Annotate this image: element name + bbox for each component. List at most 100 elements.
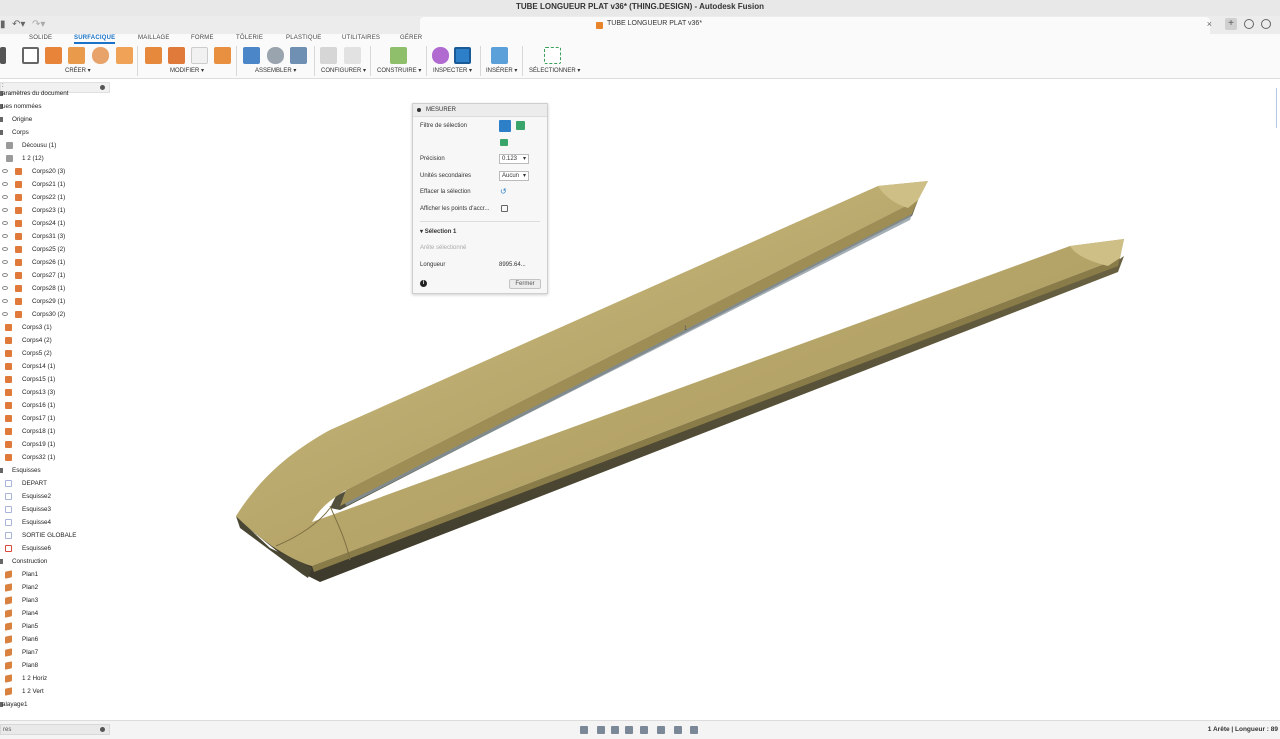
model-render[interactable]: [0, 0, 1280, 738]
browser-item-label: Corps23 (1): [32, 207, 66, 214]
viewports-icon[interactable]: [690, 726, 698, 734]
show-snap-points-checkbox[interactable]: [501, 205, 508, 212]
plane-icon: [5, 674, 12, 683]
body-icon: [15, 194, 22, 201]
body-icon: [15, 259, 22, 266]
orbit-icon[interactable]: [580, 726, 588, 734]
browser-item-label: Esquisses: [12, 467, 41, 474]
browser-item-label: Esquisse4: [22, 519, 52, 526]
browser-item-label: Corps17 (1): [22, 415, 56, 422]
visibility-eye-icon[interactable]: [2, 208, 8, 212]
precision-select[interactable]: 0.123: [499, 154, 529, 164]
body-icon: [15, 285, 22, 292]
close-button[interactable]: Fermer: [509, 279, 541, 289]
zoom-icon[interactable]: [625, 726, 633, 734]
dialog-header[interactable]: MESURER: [413, 104, 547, 117]
expand-icon[interactable]: [0, 468, 3, 473]
browser-item-label: Corps: [12, 129, 29, 136]
browser-panel: : aramètres du document ues nommées Origin…: [0, 80, 112, 720]
browser-item-label: Plan3: [22, 597, 39, 604]
filter-component-icon[interactable]: [500, 139, 508, 146]
plane-icon: [5, 596, 12, 605]
selected-edge-label: Arête sélectionné: [420, 245, 467, 251]
comments-field[interactable]: res: [0, 724, 110, 735]
body-icon: [15, 207, 22, 214]
filter-body-icon[interactable]: [516, 121, 525, 130]
browser-item-label: Corps30 (2): [32, 311, 66, 318]
body-icon: [5, 324, 12, 331]
browser-item-label: Construction: [12, 558, 48, 565]
browser-item-label: Esquisse3: [22, 506, 52, 513]
browser-item-label: Corps20 (3): [32, 168, 66, 175]
pan-icon[interactable]: [611, 726, 619, 734]
visibility-eye-icon[interactable]: [2, 195, 8, 199]
folder-icon: [6, 142, 13, 149]
browser-item-label: Corps25 (2): [32, 246, 66, 253]
browser-item-label: 1 2 Vert: [22, 688, 44, 695]
sketch-icon: [5, 519, 12, 526]
look-at-icon[interactable]: [597, 726, 605, 734]
browser-item-label: Corps18 (1): [22, 428, 56, 435]
length-value: 8995.64...: [499, 262, 526, 268]
sketch-icon: [5, 480, 12, 487]
expand-icon[interactable]: [0, 117, 3, 122]
body-icon: [15, 246, 22, 253]
browser-item-label: Corps3 (1): [22, 324, 52, 331]
visibility-eye-icon[interactable]: [2, 273, 8, 277]
body-icon: [15, 220, 22, 227]
fit-icon[interactable]: [640, 726, 648, 734]
browser-item-label: Corps22 (1): [32, 194, 66, 201]
filter-face-icon[interactable]: [499, 120, 511, 132]
visibility-eye-icon[interactable]: [2, 169, 8, 173]
clear-selection-icon[interactable]: ↺: [500, 187, 507, 196]
expand-icon[interactable]: [0, 559, 3, 564]
body-icon: [5, 415, 12, 422]
browser-item-label: Corps31 (3): [32, 233, 66, 240]
browser-item-label: Corps19 (1): [22, 441, 56, 448]
display-settings-icon[interactable]: [657, 726, 665, 734]
browser-item-label: Décousu (1): [22, 142, 57, 149]
secondary-units-select[interactable]: Aucun: [499, 171, 529, 181]
visibility-eye-icon[interactable]: [2, 299, 8, 303]
body-icon: [15, 233, 22, 240]
plane-icon: [5, 609, 12, 618]
visibility-eye-icon[interactable]: [2, 286, 8, 290]
info-icon[interactable]: i: [420, 280, 427, 287]
visibility-eye-icon[interactable]: [2, 221, 8, 225]
visibility-eye-icon[interactable]: [2, 247, 8, 251]
browser-item-label: Corps13 (3): [22, 389, 56, 396]
visibility-eye-icon[interactable]: [2, 312, 8, 316]
browser-item-label: SORTIE GLOBALE: [22, 532, 77, 539]
browser-item-label: Origine: [12, 116, 33, 123]
viewport-marker: 1: [684, 326, 688, 332]
browser-item-label: Plan4: [22, 610, 39, 617]
browser-item-label: Plan1: [22, 571, 39, 578]
browser-item-label: Corps4 (2): [22, 337, 52, 344]
body-icon: [5, 441, 12, 448]
selection-filter-label: Filtre de sélection: [420, 123, 468, 129]
body-icon: [15, 168, 22, 175]
visibility-eye-icon[interactable]: [2, 182, 8, 186]
browser-item-label: Corps24 (1): [32, 220, 66, 227]
secondary-units-label: Unités secondaires: [420, 173, 472, 179]
visibility-eye-icon[interactable]: [2, 260, 8, 264]
precision-label: Précision: [420, 156, 445, 162]
browser-item-label: Plan8: [22, 662, 39, 669]
selection-section-toggle[interactable]: ▾ Sélection 1: [420, 228, 456, 235]
show-snap-points-label: Afficher les points d'accr...: [420, 206, 490, 212]
browser-item-label: Corps29 (1): [32, 298, 66, 305]
grid-settings-icon[interactable]: [674, 726, 682, 734]
browser-item-label: DEPART: [22, 480, 47, 487]
browser-item-label: Corps5 (2): [22, 350, 52, 357]
body-icon: [15, 272, 22, 279]
viewcube[interactable]: [1276, 88, 1280, 128]
plane-icon: [5, 661, 12, 670]
browser-item-label: Corps27 (1): [32, 272, 66, 279]
visibility-eye-icon[interactable]: [2, 234, 8, 238]
body-icon: [5, 350, 12, 357]
body-icon: [15, 181, 22, 188]
browser-item-label: Plan7: [22, 649, 39, 656]
sketch-icon: [5, 493, 12, 500]
browser-item-label: Plan5: [22, 623, 39, 630]
expand-icon[interactable]: [0, 130, 3, 135]
